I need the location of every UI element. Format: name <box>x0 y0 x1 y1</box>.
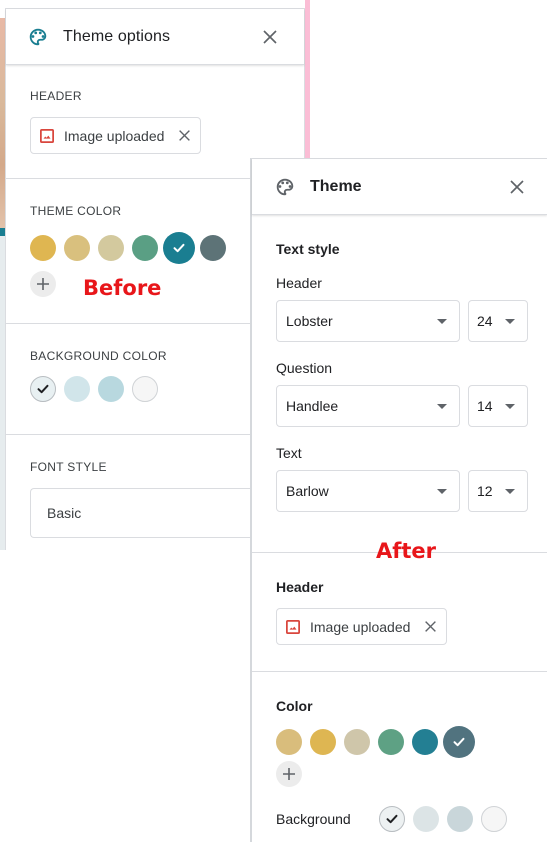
background-color-swatches <box>30 373 280 405</box>
select-value: 24 <box>477 313 493 329</box>
dropdown-arrow-icon <box>505 403 515 409</box>
color-swatch[interactable] <box>132 235 158 261</box>
theme-panel-after: Theme Text style Header Lobster 24 Quest… <box>250 158 547 842</box>
color-swatch[interactable] <box>30 376 56 402</box>
question-size-select[interactable]: 14 <box>468 385 528 427</box>
row-label: Question <box>276 360 333 376</box>
background-color-swatches <box>379 803 515 835</box>
select-value: Lobster <box>286 313 333 329</box>
color-swatch[interactable] <box>443 726 475 758</box>
add-custom-color-button[interactable] <box>276 761 302 787</box>
background-label: Background <box>276 811 351 827</box>
dropdown-arrow-icon <box>505 488 515 494</box>
palette-icon <box>276 178 294 195</box>
chip-label: Image uploaded <box>64 127 165 144</box>
background-divider <box>305 0 310 158</box>
image-icon <box>286 619 300 634</box>
text-size-select[interactable]: 12 <box>468 470 528 512</box>
image-icon <box>40 128 54 143</box>
panel-header: Theme <box>252 159 547 215</box>
plus-icon <box>283 768 295 780</box>
text-font-select[interactable]: Barlow <box>276 470 460 512</box>
dropdown-arrow-icon <box>437 403 447 409</box>
dropdown-arrow-icon <box>437 488 447 494</box>
panel-title: Theme options <box>63 27 171 45</box>
section-title: Header <box>276 579 324 595</box>
color-swatch[interactable] <box>413 806 439 832</box>
close-icon[interactable] <box>261 28 279 46</box>
select-value: 14 <box>477 398 493 414</box>
section-label: BACKGROUND COLOR <box>30 349 167 363</box>
row-label: Text <box>276 445 302 461</box>
image-uploaded-chip[interactable]: Image uploaded <box>30 117 202 154</box>
color-swatch[interactable] <box>276 729 302 755</box>
color-swatch[interactable] <box>344 729 370 755</box>
color-swatch[interactable] <box>447 806 473 832</box>
color-swatch[interactable] <box>30 235 56 261</box>
dropdown-arrow-icon <box>505 318 515 324</box>
panel-title: Theme <box>310 177 362 195</box>
select-value: 12 <box>477 483 493 499</box>
checkmark-icon <box>386 814 398 824</box>
checkmark-icon <box>453 737 465 747</box>
theme-color-swatches <box>276 726 547 758</box>
palette-icon <box>29 28 47 45</box>
select-value: Handlee <box>286 398 339 414</box>
row-label: Header <box>276 275 322 291</box>
header-image-section: Header Image uploaded <box>252 553 547 672</box>
checkmark-icon <box>173 243 185 253</box>
panel-header: Theme options <box>6 9 304 65</box>
color-swatch[interactable] <box>412 729 438 755</box>
after-annotation: After <box>376 539 437 563</box>
section-title: Text style <box>276 241 340 257</box>
text-font-row: Text Barlow 12 <box>276 445 547 512</box>
section-title: Color <box>276 698 313 714</box>
color-swatch[interactable] <box>200 235 226 261</box>
remove-image-icon[interactable] <box>178 129 191 142</box>
background-row: Background <box>276 803 547 835</box>
checkmark-icon <box>37 384 49 394</box>
color-swatch[interactable] <box>310 729 336 755</box>
font-style-select[interactable]: Basic <box>30 488 260 538</box>
font-style-value: Basic <box>47 505 82 521</box>
before-annotation: Before <box>83 276 162 300</box>
section-label: THEME COLOR <box>30 204 122 218</box>
color-swatch[interactable] <box>163 232 195 264</box>
color-section: Color Background <box>252 672 547 835</box>
question-font-select[interactable]: Handlee <box>276 385 460 427</box>
header-font-select[interactable]: Lobster <box>276 300 460 342</box>
remove-image-icon[interactable] <box>424 620 437 633</box>
header-font-row: Header Lobster 24 <box>276 275 547 342</box>
image-uploaded-chip[interactable]: Image uploaded <box>276 608 448 645</box>
theme-color-swatches <box>30 232 280 264</box>
section-label: HEADER <box>30 89 82 103</box>
color-swatch[interactable] <box>98 235 124 261</box>
header-size-select[interactable]: 24 <box>468 300 528 342</box>
add-custom-color-button[interactable] <box>30 271 56 297</box>
color-swatch[interactable] <box>132 376 158 402</box>
dropdown-arrow-icon <box>437 318 447 324</box>
close-icon[interactable] <box>508 178 526 196</box>
select-value: Barlow <box>286 483 329 499</box>
chip-label: Image uploaded <box>310 618 411 635</box>
question-font-row: Question Handlee 14 <box>276 360 547 427</box>
plus-icon <box>37 278 49 290</box>
color-swatch[interactable] <box>64 376 90 402</box>
text-style-section: Text style Header Lobster 24 Question Ha… <box>252 215 547 553</box>
screenshot-stage: Theme options HEADER Image uploaded THEM… <box>0 0 547 842</box>
color-swatch[interactable] <box>98 376 124 402</box>
color-swatch[interactable] <box>64 235 90 261</box>
color-swatch[interactable] <box>481 806 507 832</box>
color-swatch[interactable] <box>378 729 404 755</box>
color-swatch[interactable] <box>379 806 405 832</box>
